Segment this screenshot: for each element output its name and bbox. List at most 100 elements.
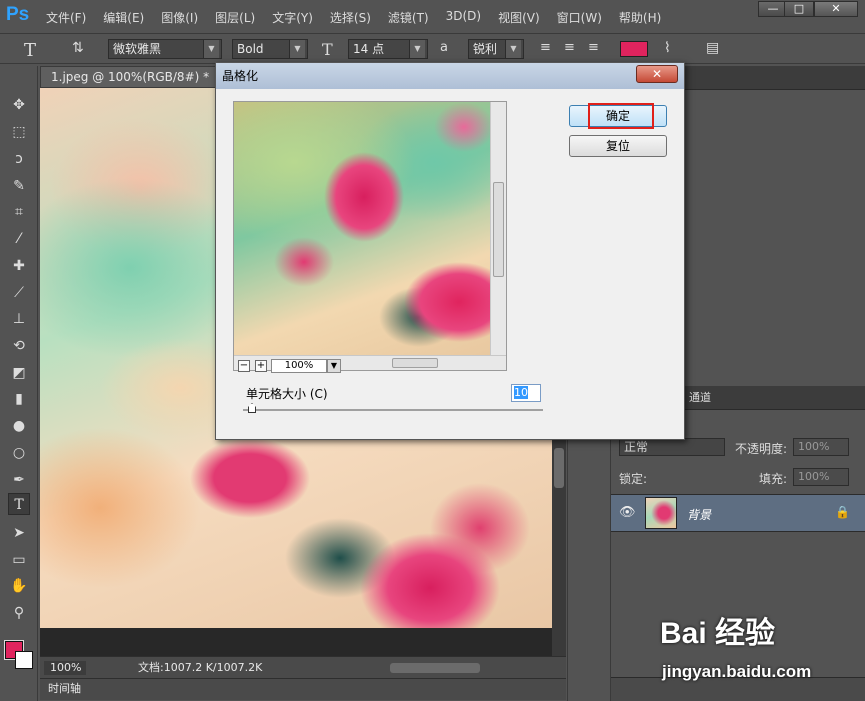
type-tool-icon[interactable]: T — [24, 40, 36, 61]
menu-window[interactable]: 窗口(W) — [557, 9, 602, 26]
path-select-icon[interactable]: ➤ — [8, 522, 30, 544]
healing-icon[interactable]: ✚ — [8, 255, 30, 277]
layer-name: 背景 — [687, 508, 712, 522]
hand-icon[interactable]: ✋ — [8, 575, 30, 597]
history-brush-icon[interactable]: ⟲ — [8, 335, 30, 357]
menu-items: 文件(F) 编辑(E) 图像(I) 图层(L) 文字(Y) 选择(S) 滤镜(T… — [46, 9, 678, 26]
zoom-in-button[interactable]: + — [255, 360, 267, 372]
font-size-icon: T — [322, 40, 333, 59]
close-button[interactable]: ✕ — [814, 1, 858, 17]
document-title: 1.jpeg @ 100%(RGB/8#) * — [51, 70, 210, 84]
document-tab[interactable]: 1.jpeg @ 100%(RGB/8#) * — [40, 66, 220, 88]
stamp-icon[interactable]: ⊥ — [8, 308, 30, 330]
menu-select[interactable]: 选择(S) — [330, 9, 371, 26]
font-family-value: 微软雅黑 — [113, 42, 162, 56]
shape-icon[interactable]: ▭ — [8, 549, 30, 571]
eraser-icon[interactable]: ◩ — [8, 362, 30, 384]
blend-mode-value: 正常 — [624, 440, 649, 454]
move-icon[interactable]: ✥ — [8, 94, 30, 116]
font-size-select[interactable]: 14 点 ▼ — [348, 39, 428, 59]
crop-icon[interactable]: ⌗ — [8, 201, 30, 223]
timeline-label: 时间轴 — [48, 682, 81, 695]
baidu-watermark-url: jingyan.baidu.com — [662, 662, 812, 681]
menu-edit[interactable]: 编辑(E) — [103, 9, 144, 26]
menu-help[interactable]: 帮助(H) — [619, 9, 661, 26]
scrollbar-thumb[interactable] — [493, 182, 504, 277]
reset-button[interactable]: 复位 — [569, 135, 667, 157]
dialog-title: 晶格化 — [222, 69, 259, 83]
options-bar: T ⇅ 微软雅黑 ▼ Bold ▼ T 14 点 ▼ a 锐利 ▼ ≡ ≡ ≡ … — [0, 34, 865, 64]
dialog-title-bar[interactable]: 晶格化 ✕ — [216, 63, 684, 89]
chevron-down-icon: ▼ — [505, 40, 521, 58]
dodge-icon[interactable]: ○ — [8, 442, 30, 464]
anti-alias-icon: a — [440, 40, 448, 55]
pen-icon[interactable]: ✒ — [8, 469, 30, 491]
preview-zoom-value[interactable]: 100% — [271, 359, 327, 373]
chevron-down-icon: ▼ — [203, 40, 219, 58]
font-size-value: 14 点 — [353, 42, 385, 56]
channels-tab[interactable]: 通道 — [689, 391, 711, 404]
chevron-down-icon: ▼ — [289, 40, 305, 58]
marquee-icon[interactable]: ⬚ — [8, 121, 30, 143]
cell-size-input[interactable]: 10 — [511, 384, 541, 402]
eyedropper-icon[interactable]: ⁄ — [8, 228, 30, 250]
baidu-watermark: Bai 经验 — [660, 617, 776, 650]
panels-icon[interactable]: ▤ — [706, 40, 719, 56]
quick-select-icon[interactable]: ✎ — [8, 175, 30, 197]
filter-preview[interactable] — [233, 101, 507, 371]
photoshop-logo: Ps — [6, 4, 30, 25]
scrollbar-thumb[interactable] — [554, 448, 564, 488]
type-icon[interactable]: T — [8, 493, 30, 515]
text-orientation-icon[interactable]: ⇅ — [72, 40, 84, 56]
preview-image — [234, 102, 492, 357]
ok-button-highlight — [588, 103, 654, 129]
lock-icon: 🔒 — [835, 505, 850, 519]
align-right-icon[interactable]: ≡ — [588, 40, 599, 55]
cell-size-value: 10 — [514, 386, 528, 399]
zoom-out-button[interactable]: − — [238, 360, 250, 372]
font-family-select[interactable]: 微软雅黑 ▼ — [108, 39, 222, 59]
menu-file[interactable]: 文件(F) — [46, 9, 86, 26]
zoom-icon[interactable]: ⚲ — [8, 602, 30, 624]
cell-size-slider[interactable] — [243, 409, 543, 411]
opacity-label: 不透明度: — [735, 442, 788, 456]
maximize-button[interactable]: □ — [784, 1, 814, 17]
horizontal-scrollbar-thumb[interactable] — [390, 663, 480, 673]
menu-bar: Ps 文件(F) 编辑(E) 图像(I) 图层(L) 文字(Y) 选择(S) 滤… — [0, 0, 865, 34]
anti-alias-select[interactable]: 锐利 ▼ — [468, 39, 524, 59]
align-center-icon[interactable]: ≡ — [564, 40, 575, 55]
menu-filter[interactable]: 滤镜(T) — [388, 9, 429, 26]
warp-text-icon[interactable]: ⌇ — [664, 40, 671, 56]
layer-thumbnail — [645, 497, 677, 529]
anti-alias-value: 锐利 — [473, 42, 498, 56]
menu-view[interactable]: 视图(V) — [498, 9, 540, 26]
preview-vertical-scrollbar[interactable] — [490, 102, 506, 357]
visibility-eye-icon[interactable]: 👁 — [619, 505, 636, 520]
brush-icon[interactable]: ⟋ — [8, 282, 30, 304]
status-bar: 100% 文档:1007.2 K/1007.2K — [40, 656, 566, 678]
scrollbar-thumb[interactable] — [392, 358, 438, 368]
lasso-icon[interactable]: ↄ — [8, 148, 30, 170]
text-color-swatch[interactable] — [620, 41, 648, 57]
fill-input[interactable]: 100% — [793, 468, 849, 486]
blur-icon[interactable]: ● — [8, 415, 30, 437]
chevron-down-icon[interactable]: ▼ — [327, 359, 341, 373]
opacity-input[interactable]: 100% — [793, 438, 849, 456]
font-style-value: Bold — [237, 42, 264, 56]
layer-row-background[interactable]: 👁 背景 🔒 — [611, 494, 865, 532]
cell-size-label: 单元格大小 (C) — [246, 387, 328, 401]
menu-type[interactable]: 文字(Y) — [272, 9, 313, 26]
cell-size-slider-thumb[interactable] — [248, 403, 256, 413]
timeline-panel[interactable]: 时间轴 — [40, 678, 566, 700]
zoom-level[interactable]: 100% — [44, 661, 86, 675]
blend-mode-select[interactable]: 正常 — [619, 438, 725, 456]
gradient-icon[interactable]: ▮ — [8, 388, 30, 410]
background-color-swatch[interactable] — [15, 651, 33, 669]
menu-3d[interactable]: 3D(D) — [446, 9, 481, 26]
tools-panel: ✥ ⬚ ↄ ✎ ⌗ ⁄ ✚ ⟋ ⊥ ⟲ ◩ ▮ ● ○ ✒ T ➤ ▭ ✋ ⚲ — [0, 66, 38, 701]
font-style-select[interactable]: Bold ▼ — [232, 39, 308, 59]
align-left-icon[interactable]: ≡ — [540, 40, 551, 55]
menu-image[interactable]: 图像(I) — [161, 9, 198, 26]
menu-layer[interactable]: 图层(L) — [215, 9, 255, 26]
dialog-close-button[interactable]: ✕ — [636, 65, 678, 83]
